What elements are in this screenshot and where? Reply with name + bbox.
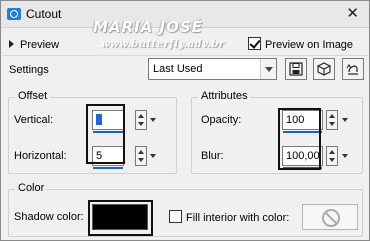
dropdown-arrow-icon[interactable] [260, 59, 276, 79]
app-icon [7, 8, 21, 20]
reset-icon [346, 64, 358, 75]
offset-highlight-box [86, 104, 125, 164]
divider [2, 55, 368, 56]
attributes-highlight-box [278, 108, 321, 170]
presets-button[interactable] [313, 58, 335, 80]
preview-on-image-checkbox[interactable]: Preview on Image [248, 37, 353, 51]
shadow-color-label: Shadow color: [14, 211, 84, 223]
preview-toggle[interactable]: Preview [9, 39, 59, 51]
vertical-dropdown-arrow-icon[interactable] [149, 110, 158, 130]
settings-dropdown[interactable]: Last Used [148, 58, 277, 80]
blur-dropdown-arrow-icon[interactable] [341, 146, 350, 166]
vertical-spinner-arrows[interactable] [135, 110, 147, 130]
horizontal-spinner-arrows[interactable] [135, 146, 147, 166]
opacity-label: Opacity: [201, 114, 242, 126]
watermark-url: www.butterfly.adv.br [101, 39, 225, 50]
window-title: Cutout [26, 7, 62, 21]
no-entry-icon [322, 209, 340, 227]
watermark-name: MARIA JOSÉ [93, 18, 203, 36]
save-preset-button[interactable] [285, 58, 307, 80]
fill-color-swatch-disabled [302, 204, 358, 230]
close-button[interactable]: ✕ [346, 5, 359, 23]
shadow-color-highlight-box [88, 200, 153, 236]
attributes-legend: Attributes [198, 90, 251, 102]
horizontal-slider-track[interactable] [93, 167, 123, 169]
expand-triangle-icon [9, 40, 14, 48]
color-legend: Color [15, 182, 48, 194]
horizontal-label: Horizontal: [14, 150, 67, 162]
cutout-dialog: Cutout ✕ MARIA JOSÉ www.butterfly.adv.br… [0, 0, 370, 241]
offset-legend: Offset [15, 90, 51, 102]
preview-on-image-label: Preview on Image [265, 39, 354, 51]
opacity-spinner-arrows[interactable] [326, 110, 338, 130]
opacity-dropdown-arrow-icon[interactable] [341, 110, 350, 130]
blur-label: Blur: [201, 150, 224, 162]
settings-selected-value: Last Used [153, 63, 203, 75]
settings-label: Settings [9, 64, 49, 76]
fill-interior-checkbox[interactable]: Fill interior with color: [169, 210, 289, 224]
preview-label: Preview [20, 39, 60, 51]
checkbox-unchecked-icon[interactable] [169, 210, 182, 223]
horizontal-dropdown-arrow-icon[interactable] [149, 146, 158, 166]
checkbox-checked-icon[interactable] [248, 37, 261, 50]
fill-interior-label: Fill interior with color: [186, 212, 290, 224]
save-icon [289, 62, 303, 76]
presets-icon [316, 62, 332, 76]
reset-button[interactable] [342, 58, 364, 80]
blur-spinner-arrows[interactable] [326, 146, 338, 166]
vertical-label: Vertical: [14, 114, 54, 126]
